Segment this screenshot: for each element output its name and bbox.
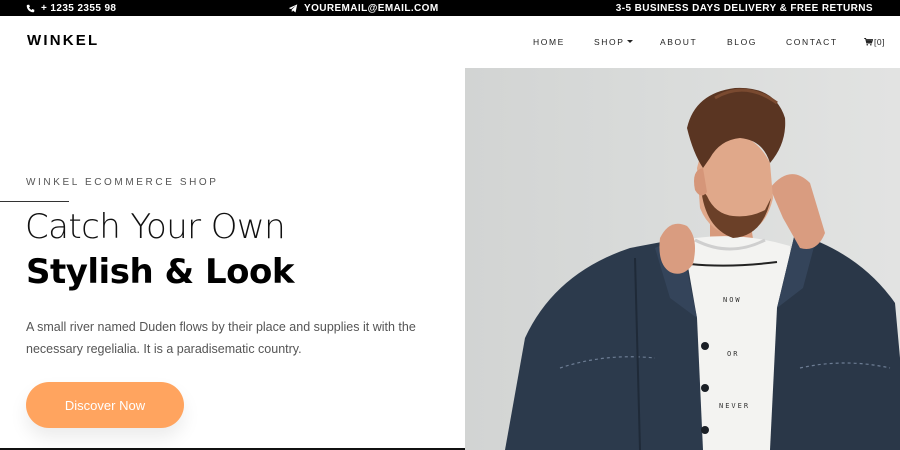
delivery-info: 3-5 BUSINESS DAYS DELIVERY & FREE RETURN…: [615, 2, 873, 14]
nav-shop-label: SHOP: [594, 37, 625, 47]
caret-down-icon: [626, 40, 633, 43]
cart-count: [0]: [874, 37, 885, 47]
hero-eyebrow: WINKEL ECOMMERCE SHOP: [26, 177, 219, 188]
nav-blog[interactable]: BLOG: [727, 37, 757, 47]
cart-icon: [864, 38, 873, 46]
main-nav: HOME SHOP ABOUT BLOG CONTACT [0]: [0, 37, 900, 49]
phone-info[interactable]: + 1235 2355 98: [26, 0, 116, 16]
model-illustration: [505, 87, 900, 450]
email-address: YOUREMAIL@EMAIL.COM: [304, 2, 439, 14]
hero-headline-light: Catch Your Own: [25, 207, 286, 247]
hero-model-image: NOW OR NEVER: [465, 68, 900, 450]
shirt-word-now: NOW: [723, 296, 742, 304]
nav-shop[interactable]: SHOP: [594, 37, 633, 47]
hero-description: A small river named Duden flows by their…: [26, 320, 416, 356]
nav-about[interactable]: ABOUT: [660, 37, 697, 47]
email-info[interactable]: YOUREMAIL@EMAIL.COM: [288, 0, 439, 16]
navbar: WINKEL HOME SHOP ABOUT BLOG CONTACT [0]: [0, 16, 900, 68]
discover-now-button[interactable]: Discover Now: [26, 382, 184, 428]
eyebrow-divider: [0, 201, 69, 202]
nav-contact[interactable]: CONTACT: [786, 37, 838, 47]
top-info-bar: + 1235 2355 98 YOUREMAIL@EMAIL.COM 3-5 B…: [0, 0, 900, 16]
phone-number: + 1235 2355 98: [41, 2, 117, 14]
shirt-word-or: OR: [727, 350, 740, 358]
hero-headline-bold: Stylish & Look: [26, 252, 294, 292]
shirt-word-never: NEVER: [719, 402, 751, 410]
nav-home[interactable]: HOME: [533, 37, 565, 47]
paper-plane-icon: [288, 3, 298, 12]
phone-icon: [26, 4, 35, 12]
nav-cart[interactable]: [0]: [864, 37, 885, 47]
